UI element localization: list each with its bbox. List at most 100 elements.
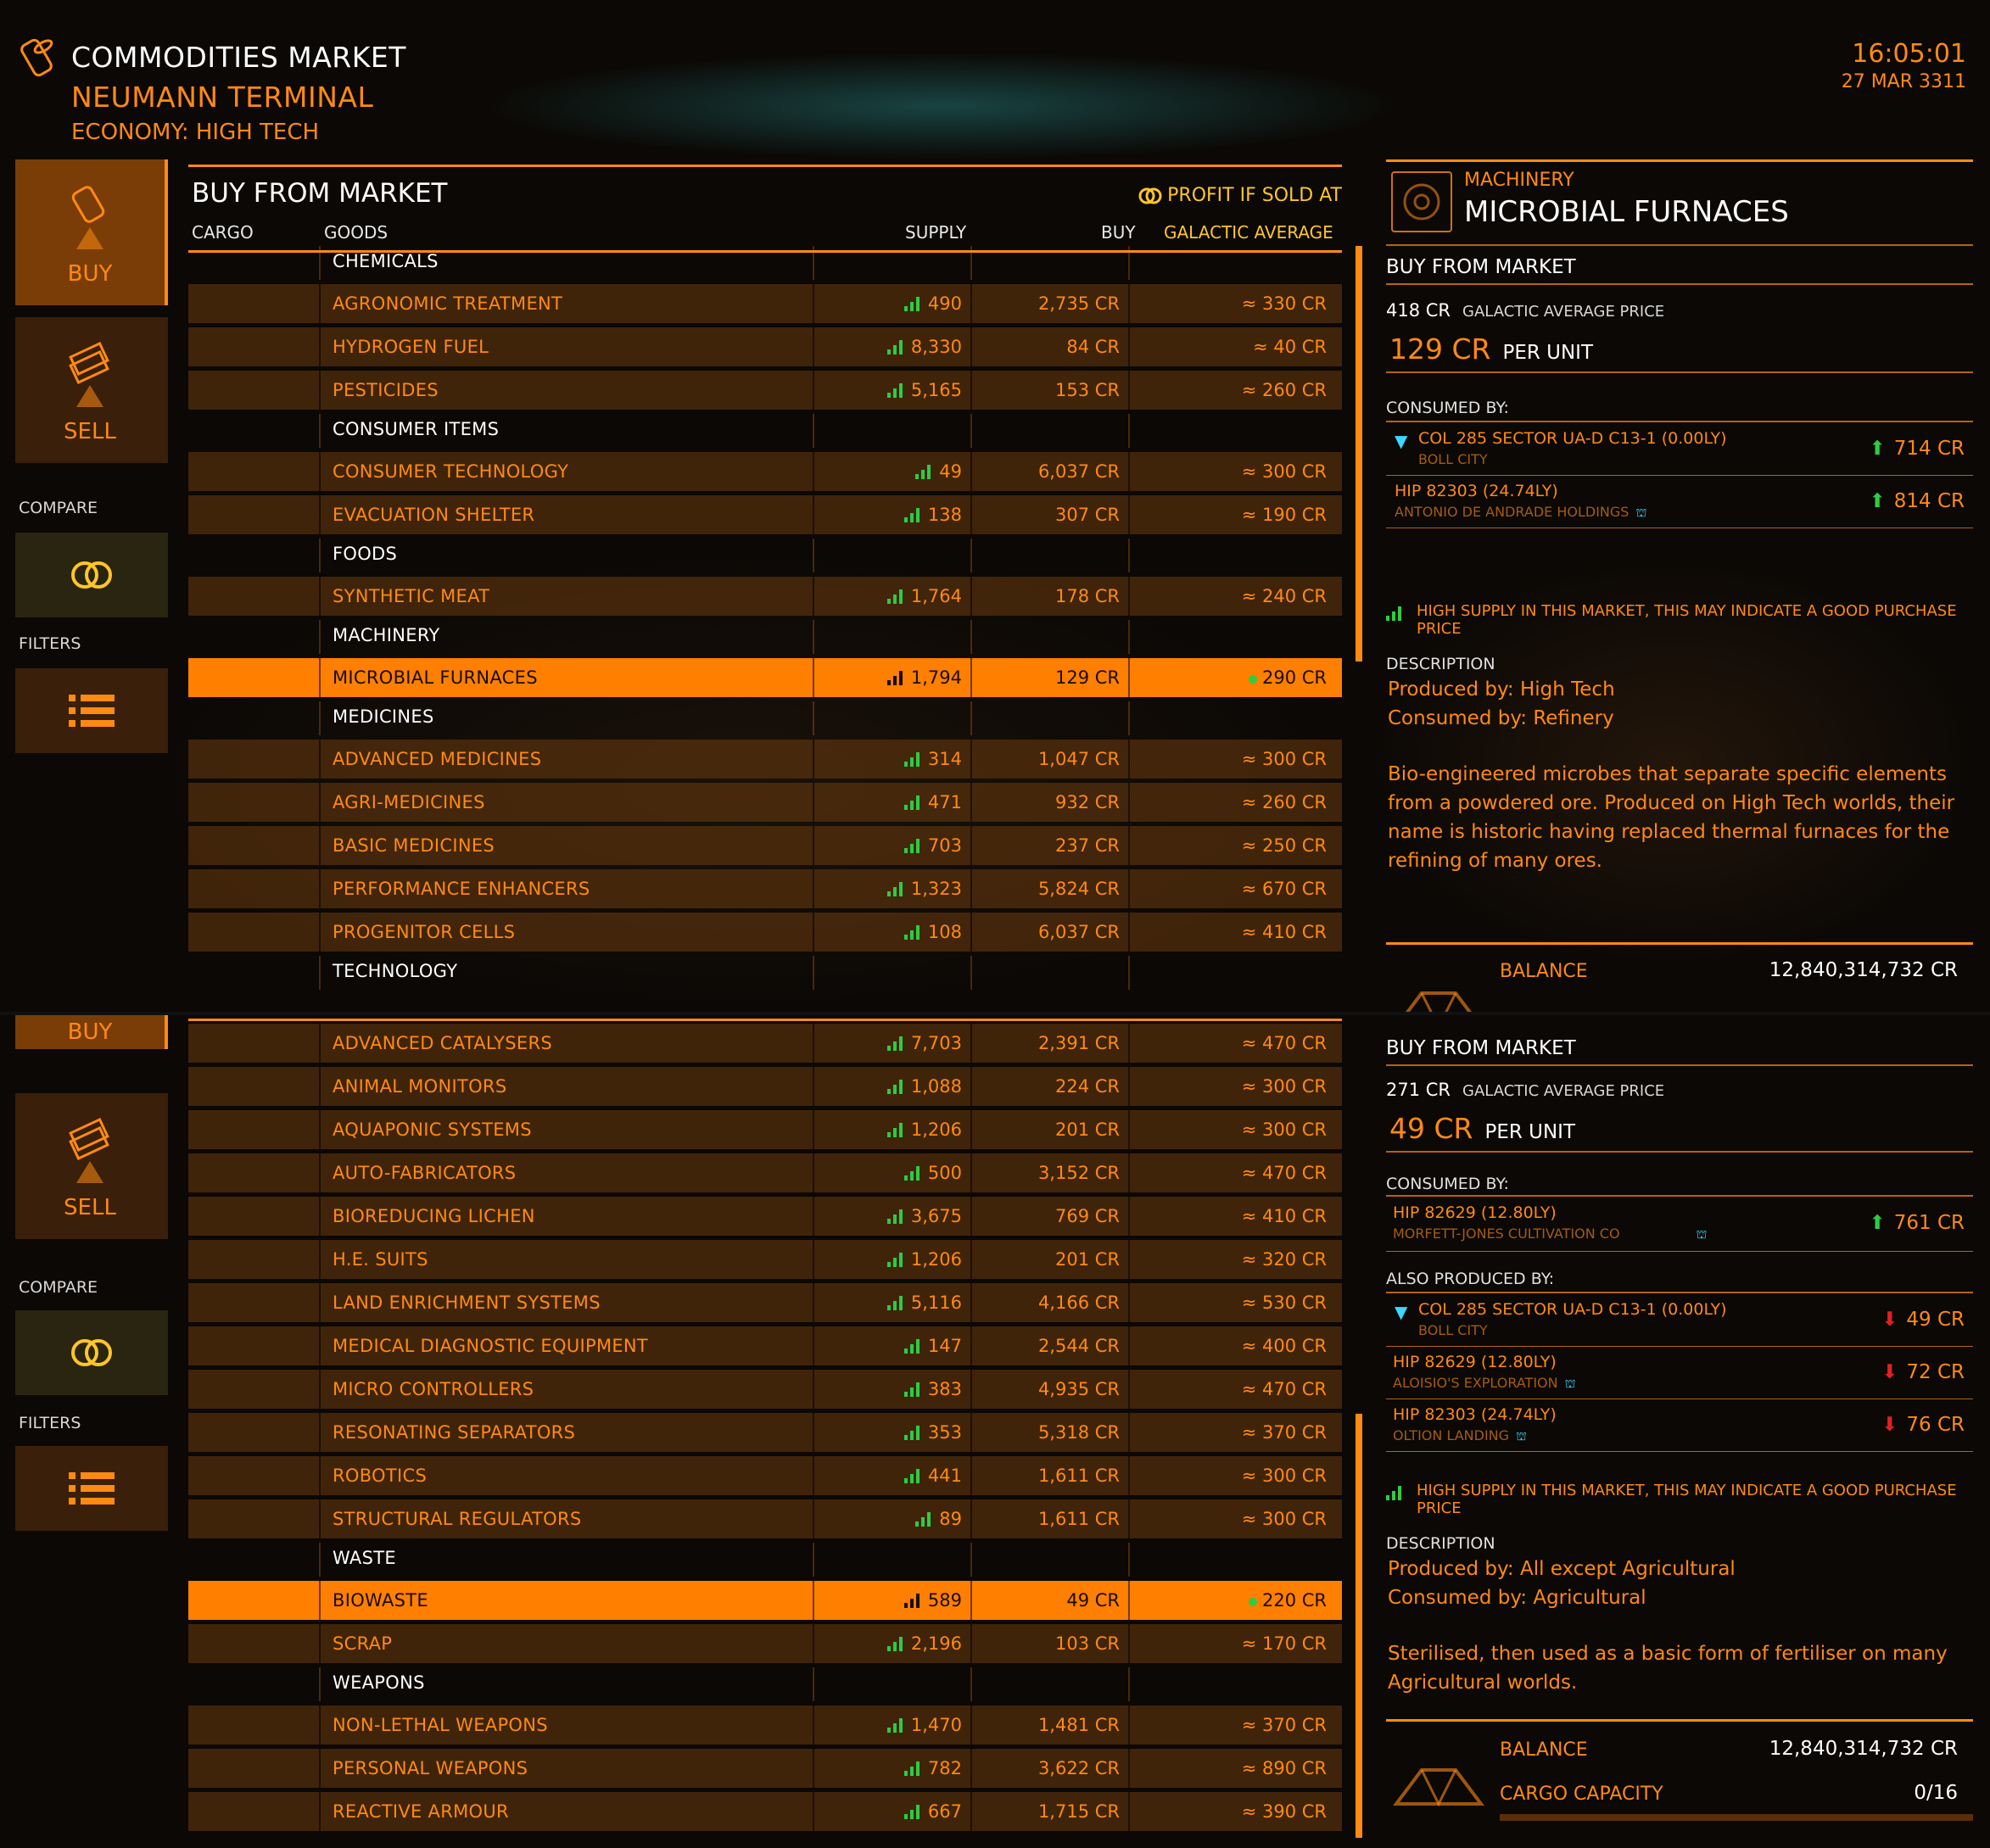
commodity-row[interactable]: BIOREDUCING LICHEN 3,675 769 CR ≈ 410 CR: [188, 1197, 1342, 1236]
consumer-station: ANTONIO DE ANDRADE HOLDINGS ⛫: [1395, 504, 1647, 520]
galactic-average-price: 290 CR: [1248, 667, 1327, 688]
producer-row[interactable]: HIP 82629 (12.80LY) ALOISIO'S EXPLORATIO…: [1386, 1349, 1973, 1399]
commodity-name: RESONATING SEPARATORS: [333, 1422, 576, 1443]
supply-text: 138: [927, 505, 962, 525]
commodity-row[interactable]: PERFORMANCE ENHANCERS 1,323 5,824 CR ≈ 670 …: [188, 869, 1342, 908]
producer-row[interactable]: HIP 82303 (24.74LY) OLTION LANDING ⛫ ⬇ 76 …: [1386, 1402, 1973, 1451]
supply-value: 589: [903, 1590, 962, 1611]
supply-text: 500: [927, 1163, 962, 1183]
supply-text: 147: [927, 1336, 962, 1356]
col-supply[interactable]: SUPPLY: [905, 222, 966, 243]
sell-button[interactable]: SELL: [15, 317, 168, 463]
commodity-row[interactable]: AGRONOMIC TREATMENT 490 2,735 CR ≈ 330 CR: [188, 284, 1342, 323]
sell-label: SELL: [64, 419, 116, 444]
commodity-row[interactable]: BIOWASTE 589 49 CR 220 CR: [188, 1581, 1342, 1620]
filters-button[interactable]: [15, 668, 168, 753]
col-buy[interactable]: BUY: [1101, 222, 1136, 243]
scrollbar-top[interactable]: [1356, 246, 1362, 662]
buy-button[interactable]: BUY: [15, 1015, 168, 1049]
commodity-row[interactable]: STRUCTURAL REGULATORS 89 1,611 CR ≈ 300 CR: [188, 1499, 1342, 1538]
down-arrow-icon: ⬇: [1881, 1361, 1898, 1383]
commodity-row[interactable]: MEDICAL DIAGNOSTIC EQUIPMENT 147 2,544 CR ≈…: [188, 1326, 1342, 1365]
supply-text: 490: [927, 293, 962, 314]
detail-top: MACHINERY MICROBIAL FURNACES BUY FROM MA…: [1386, 159, 1973, 1012]
commodity-row[interactable]: NON-LETHAL WEAPONS 1,470 1,481 CR ≈ 370 CR: [188, 1706, 1342, 1745]
supply-note: HIGH SUPPLY IN THIS MARKET, THIS MAY IND…: [1386, 1482, 1973, 1517]
compare-button[interactable]: [15, 1310, 168, 1395]
supply-bars-icon: [886, 339, 904, 355]
category-header: MACHINERY: [188, 620, 1342, 654]
commodity-row[interactable]: HYDROGEN FUEL 8,330 84 CR ≈ 40 CR: [188, 327, 1342, 366]
consumer-row[interactable]: HIP 82303 (24.74LY) ANTONIO DE ANDRADE H…: [1386, 478, 1973, 528]
supply-bars-icon: [886, 1295, 904, 1310]
supply-text: 1,088: [910, 1076, 962, 1097]
commodity-row[interactable]: CONSUMER TECHNOLOGY 49 6,037 CR ≈ 300 CR: [188, 452, 1342, 491]
commodity-name: PROGENITOR CELLS: [333, 922, 516, 942]
commodity-row[interactable]: ANIMAL MONITORS 1,088 224 CR ≈ 300 CR: [188, 1067, 1342, 1106]
col-galactic-average[interactable]: GALACTIC AVERAGE: [1164, 222, 1333, 243]
compare-button[interactable]: [15, 533, 168, 617]
balance-value: 12,840,314,732 CR: [1769, 959, 1958, 981]
filters-label: FILTERS: [19, 634, 81, 653]
supply-bars-icon: [903, 751, 921, 767]
commodity-row[interactable]: MICRO CONTROLLERS 383 4,935 CR ≈ 470 CR: [188, 1370, 1342, 1409]
commodity-row[interactable]: AUTO-FABRICATORS 500 3,152 CR ≈ 470 CR: [188, 1153, 1342, 1192]
commodity-row[interactable]: SYNTHETIC MEAT 1,764 178 CR ≈ 240 CR: [188, 577, 1342, 616]
market-title: BUY FROM MARKET: [192, 178, 448, 209]
consumer-row[interactable]: HIP 82629 (12.80LY) MORFETT-JONES CULTIV…: [1386, 1200, 1973, 1249]
scrollbar-bottom[interactable]: [1356, 1414, 1362, 1838]
buy-price: 1,047 CR: [1037, 749, 1120, 769]
commodity-row[interactable]: REACTIVE ARMOUR 667 1,715 CR ≈ 390 CR: [188, 1792, 1342, 1831]
supply-bars-icon: [1386, 1485, 1403, 1500]
commodity-row[interactable]: ADVANCED MEDICINES 314 1,047 CR ≈ 300 CR: [188, 740, 1342, 779]
commodity-row[interactable]: MICROBIAL FURNACES 1,794 129 CR 290 CR: [188, 658, 1342, 697]
commodity-row[interactable]: ADVANCED CATALYSERS 7,703 2,391 CR ≈ 470 CR: [188, 1024, 1342, 1063]
consumer-price: ⬆ 761 CR: [1869, 1212, 1965, 1234]
description-text: Sterilised, then used as a basic form of…: [1388, 1643, 1948, 1694]
commodity-row[interactable]: PERSONAL WEAPONS 782 3,622 CR ≈ 890 CR: [188, 1749, 1342, 1788]
supply-value: 1,088: [886, 1076, 962, 1097]
supply-bars-icon: [886, 1252, 904, 1267]
galactic-average-text: ≈ 40 CR: [1253, 337, 1327, 357]
galactic-average-price: 271 CR GALACTIC AVERAGE PRICE: [1386, 1080, 1665, 1100]
category-header: WASTE: [188, 1543, 1342, 1577]
producer-row[interactable]: ▼ COL 285 SECTOR UA-D C13-1 (0.00LY) BOL…: [1386, 1297, 1973, 1346]
supply-text: 471: [927, 792, 962, 812]
buy-cylinder-icon: [71, 186, 105, 249]
commodity-row[interactable]: EVACUATION SHELTER 138 307 CR ≈ 190 CR: [188, 495, 1342, 534]
price-per-unit: 129 CR PER UNIT: [1389, 332, 1594, 366]
commodity-row[interactable]: BASIC MEDICINES 703 237 CR ≈ 250 CR: [188, 826, 1342, 865]
galactic-average-text: ≈ 240 CR: [1241, 586, 1327, 606]
commodity-row[interactable]: AQUAPONIC SYSTEMS 1,206 201 CR ≈ 300 CR: [188, 1110, 1342, 1149]
buy-price: 49 CR: [1066, 1590, 1120, 1611]
commodity-row[interactable]: PROGENITOR CELLS 108 6,037 CR ≈ 410 CR: [188, 913, 1342, 952]
consumer-row[interactable]: ▼ COL 285 SECTOR UA-D C13-1 (0.00LY) BOL…: [1386, 426, 1973, 475]
commodity-row[interactable]: ROBOTICS 441 1,611 CR ≈ 300 CR: [188, 1456, 1342, 1495]
supply-text: 1,794: [910, 667, 962, 688]
commodity-row[interactable]: H.E. SUITS 1,206 201 CR ≈ 320 CR: [188, 1240, 1342, 1279]
sell-button[interactable]: SELL: [15, 1093, 168, 1239]
clock: 16:05:01: [1852, 39, 1966, 69]
commodity-row[interactable]: SCRAP 2,196 103 CR ≈ 170 CR: [188, 1624, 1342, 1663]
producer-system: COL 285 SECTOR UA-D C13-1 (0.00LY): [1418, 1300, 1727, 1319]
producer-price: ⬇ 49 CR: [1881, 1309, 1965, 1331]
supply-text: 1,206: [910, 1249, 962, 1270]
commodity-row[interactable]: AGRI-MEDICINES 471 932 CR ≈ 260 CR: [188, 783, 1342, 822]
category-name: FOODS: [333, 544, 398, 564]
commodity-name: MICROBIAL FURNACES: [333, 667, 538, 688]
consumed-by-label: CONSUMED BY:: [1386, 1175, 1509, 1193]
consumed-by-text: Consumed by: Agricultural: [1388, 1587, 1646, 1609]
profit-toggle[interactable]: PROFIT IF SOLD AT: [1138, 185, 1342, 206]
commodity-row[interactable]: PESTICIDES 5,165 153 CR ≈ 260 CR: [188, 371, 1342, 410]
buy-price: 307 CR: [1054, 505, 1120, 525]
buy-button[interactable]: BUY: [15, 159, 168, 305]
commodity-row[interactable]: LAND ENRICHMENT SYSTEMS 5,116 4,166 CR ≈ 53…: [188, 1283, 1342, 1322]
commodity-row[interactable]: RESONATING SEPARATORS 353 5,318 CR ≈ 370 CR: [188, 1413, 1342, 1452]
col-cargo[interactable]: CARGO: [192, 222, 254, 243]
supply-value: 49: [915, 461, 962, 482]
supply-bars-icon: [903, 1804, 921, 1819]
filters-button[interactable]: [15, 1446, 168, 1531]
supply-bars-icon: [886, 1122, 904, 1137]
buy-price: 2,544 CR: [1037, 1336, 1120, 1356]
col-goods[interactable]: GOODS: [324, 222, 388, 243]
